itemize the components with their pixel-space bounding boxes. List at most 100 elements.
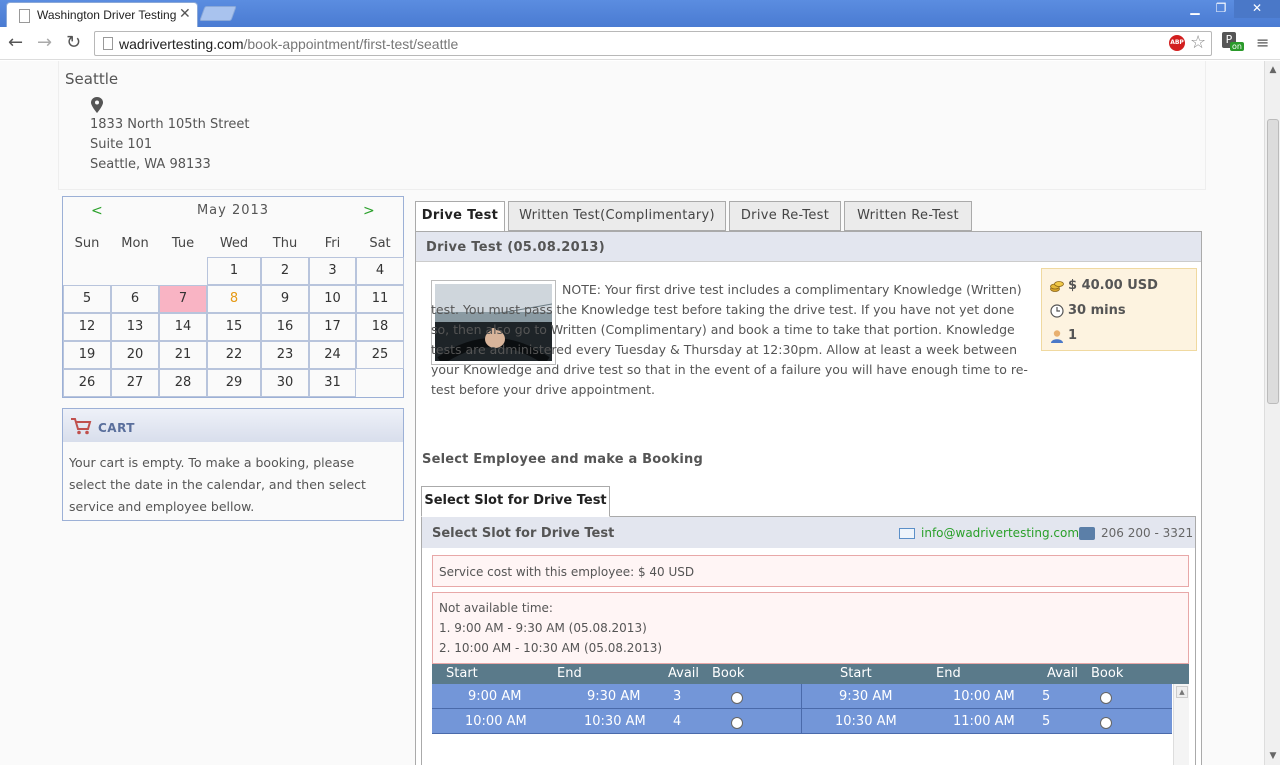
address-line-2: Suite 101	[90, 137, 153, 152]
contact-email-link[interactable]: info@wadrivertesting.com	[921, 526, 1079, 540]
column-header-end: End	[557, 666, 582, 681]
scroll-up-icon[interactable]: ▲	[1267, 63, 1279, 77]
service-capacity: 1	[1068, 328, 1078, 343]
service-price: $ 40.00 USD	[1068, 278, 1158, 293]
scroll-thumb[interactable]	[1267, 119, 1279, 404]
calendar-day[interactable]: 23	[261, 341, 309, 369]
cart-header: CART	[63, 409, 403, 442]
calendar-day[interactable]: 28	[159, 369, 207, 397]
slot-avail: 4	[673, 714, 682, 729]
service-panel: Drive Test (05.08.2013) NOTE: Your first…	[415, 231, 1202, 765]
book-slot-radio[interactable]	[731, 717, 743, 729]
adblock-icon[interactable]: ABP	[1169, 35, 1185, 51]
scroll-up-icon[interactable]: ▲	[1176, 686, 1188, 698]
extension-on-badge: on	[1230, 42, 1244, 51]
tab-written-re-test[interactable]: Written Re-Test	[844, 201, 972, 231]
address-line-1: 1833 North 105th Street	[90, 117, 250, 132]
calendar-weekday: Mon	[121, 236, 149, 251]
new-tab-button[interactable]	[199, 6, 237, 21]
calendar-day[interactable]: 11	[356, 285, 404, 313]
menu-icon[interactable]: ≡	[1256, 33, 1269, 52]
cart-empty-text: Your cart is empty. To make a booking, p…	[69, 455, 366, 514]
calendar-day[interactable]: 13	[111, 313, 159, 341]
calendar-day[interactable]: 17	[309, 313, 356, 341]
browser-tab[interactable]: Washington Driver Testing ✕	[6, 2, 198, 27]
table-row: 10:00 AM 10:30 AM 4 10:30 AM 11:00 AM 5	[432, 709, 1172, 734]
page-scrollbar[interactable]: ▲ ▼	[1264, 61, 1280, 765]
scroll-down-icon[interactable]: ▼	[1267, 749, 1279, 763]
book-slot-radio[interactable]	[731, 692, 743, 704]
slot-avail: 5	[1042, 714, 1051, 729]
calendar-day[interactable]: 30	[261, 369, 309, 397]
map-pin-icon	[91, 97, 103, 113]
calendar-day[interactable]: 14	[159, 313, 207, 341]
slot-start: 9:30 AM	[839, 689, 893, 704]
calendar-day[interactable]: 20	[111, 341, 159, 369]
calendar-day[interactable]: 31	[309, 369, 356, 397]
calendar-day[interactable]: 18	[356, 313, 404, 341]
forward-icon[interactable]: →	[37, 32, 52, 53]
back-icon[interactable]: ←	[8, 32, 23, 53]
window-controls: ▁ ❐ ✕	[1182, 0, 1280, 18]
column-header-avail: Avail	[668, 666, 700, 681]
calendar-weekday: Thu	[272, 236, 298, 251]
calendar-day[interactable]: 21	[159, 341, 207, 369]
calendar-day[interactable]: 4	[356, 257, 404, 285]
tab-drive-re-test[interactable]: Drive Re-Test	[729, 201, 841, 231]
reload-icon[interactable]: ↻	[66, 32, 81, 53]
calendar-day[interactable]: 15	[207, 313, 261, 341]
calendar-day[interactable]: 8	[207, 285, 261, 313]
calendar-day[interactable]: 5	[63, 285, 111, 313]
column-header-avail: Avail	[1047, 666, 1079, 681]
calendar: < May 2013 > Sun Mon Tue Wed Thu Fri Sat 1 2 3 4 5 6…	[62, 196, 404, 398]
tab-select-slot[interactable]: Select Slot for Drive Test	[421, 486, 610, 517]
slot-panel: Select Slot for Drive Test info@wadriver…	[421, 516, 1196, 765]
column-header-book: Book	[712, 666, 745, 681]
tab-title: Washington Driver Testing	[37, 8, 177, 22]
extension-icon[interactable]: P on	[1222, 32, 1246, 56]
person-icon	[1051, 330, 1063, 343]
calendar-day[interactable]: 6	[111, 285, 159, 313]
not-available-box: Not available time: 1. 9:00 AM - 9:30 AM…	[432, 592, 1189, 664]
note-text: NOTE: Your first drive test includes a c…	[431, 282, 1028, 397]
calendar-day[interactable]: 2	[261, 257, 309, 285]
cart: CART Your cart is empty. To make a booki…	[62, 408, 404, 521]
slot-title: Select Slot for Drive Test	[432, 526, 615, 541]
tab-written-test[interactable]: Written Test(Complimentary)	[508, 201, 726, 231]
page-icon	[19, 9, 30, 23]
calendar-day[interactable]: 25	[356, 341, 404, 369]
calendar-next-button[interactable]: >	[363, 203, 375, 219]
calendar-day[interactable]: 3	[309, 257, 356, 285]
calendar-day[interactable]: 27	[111, 369, 159, 397]
tab-close-icon[interactable]: ✕	[179, 6, 191, 22]
tab-drive-test[interactable]: Drive Test	[415, 201, 505, 232]
calendar-day[interactable]: 22	[207, 341, 261, 369]
calendar-day[interactable]: 9	[261, 285, 309, 313]
bookmark-star-icon[interactable]: ☆	[1190, 32, 1206, 53]
calendar-day[interactable]: 19	[63, 341, 111, 369]
browser-toolbar: ← → ↻ wadrivertesting.com/book-appointme…	[0, 27, 1280, 60]
calendar-day[interactable]: 29	[207, 369, 261, 397]
calendar-day[interactable]: 26	[63, 369, 111, 397]
service-cost-box: Service cost with this employee: $ 40 US…	[432, 555, 1189, 587]
slot-end: 11:00 AM	[953, 714, 1015, 729]
calendar-day[interactable]: 7	[159, 285, 207, 313]
address-line-3: Seattle, WA 98133	[90, 157, 211, 172]
address-bar[interactable]: wadrivertesting.com/book-appointment/fir…	[94, 31, 1212, 56]
window-close-icon[interactable]: ✕	[1234, 0, 1280, 18]
calendar-weekday: Tue	[171, 236, 195, 251]
calendar-day[interactable]: 10	[309, 285, 356, 313]
calendar-day[interactable]: 16	[261, 313, 309, 341]
restore-icon[interactable]: ❐	[1208, 0, 1234, 18]
location-title: Seattle	[65, 70, 119, 88]
calendar-weekday: Wed	[219, 236, 249, 251]
slot-grid-scrollbar[interactable]: ▲	[1173, 684, 1189, 765]
slot-grid-header: Start End Avail Book Start End Avail Boo…	[432, 664, 1189, 684]
calendar-day[interactable]: 12	[63, 313, 111, 341]
calendar-day[interactable]: 1	[207, 257, 261, 285]
calendar-day[interactable]: 24	[309, 341, 356, 369]
minimize-icon[interactable]: ▁	[1182, 0, 1208, 18]
book-slot-radio[interactable]	[1100, 717, 1112, 729]
book-slot-radio[interactable]	[1100, 692, 1112, 704]
slot-header: Select Slot for Drive Test info@wadriver…	[422, 517, 1195, 548]
